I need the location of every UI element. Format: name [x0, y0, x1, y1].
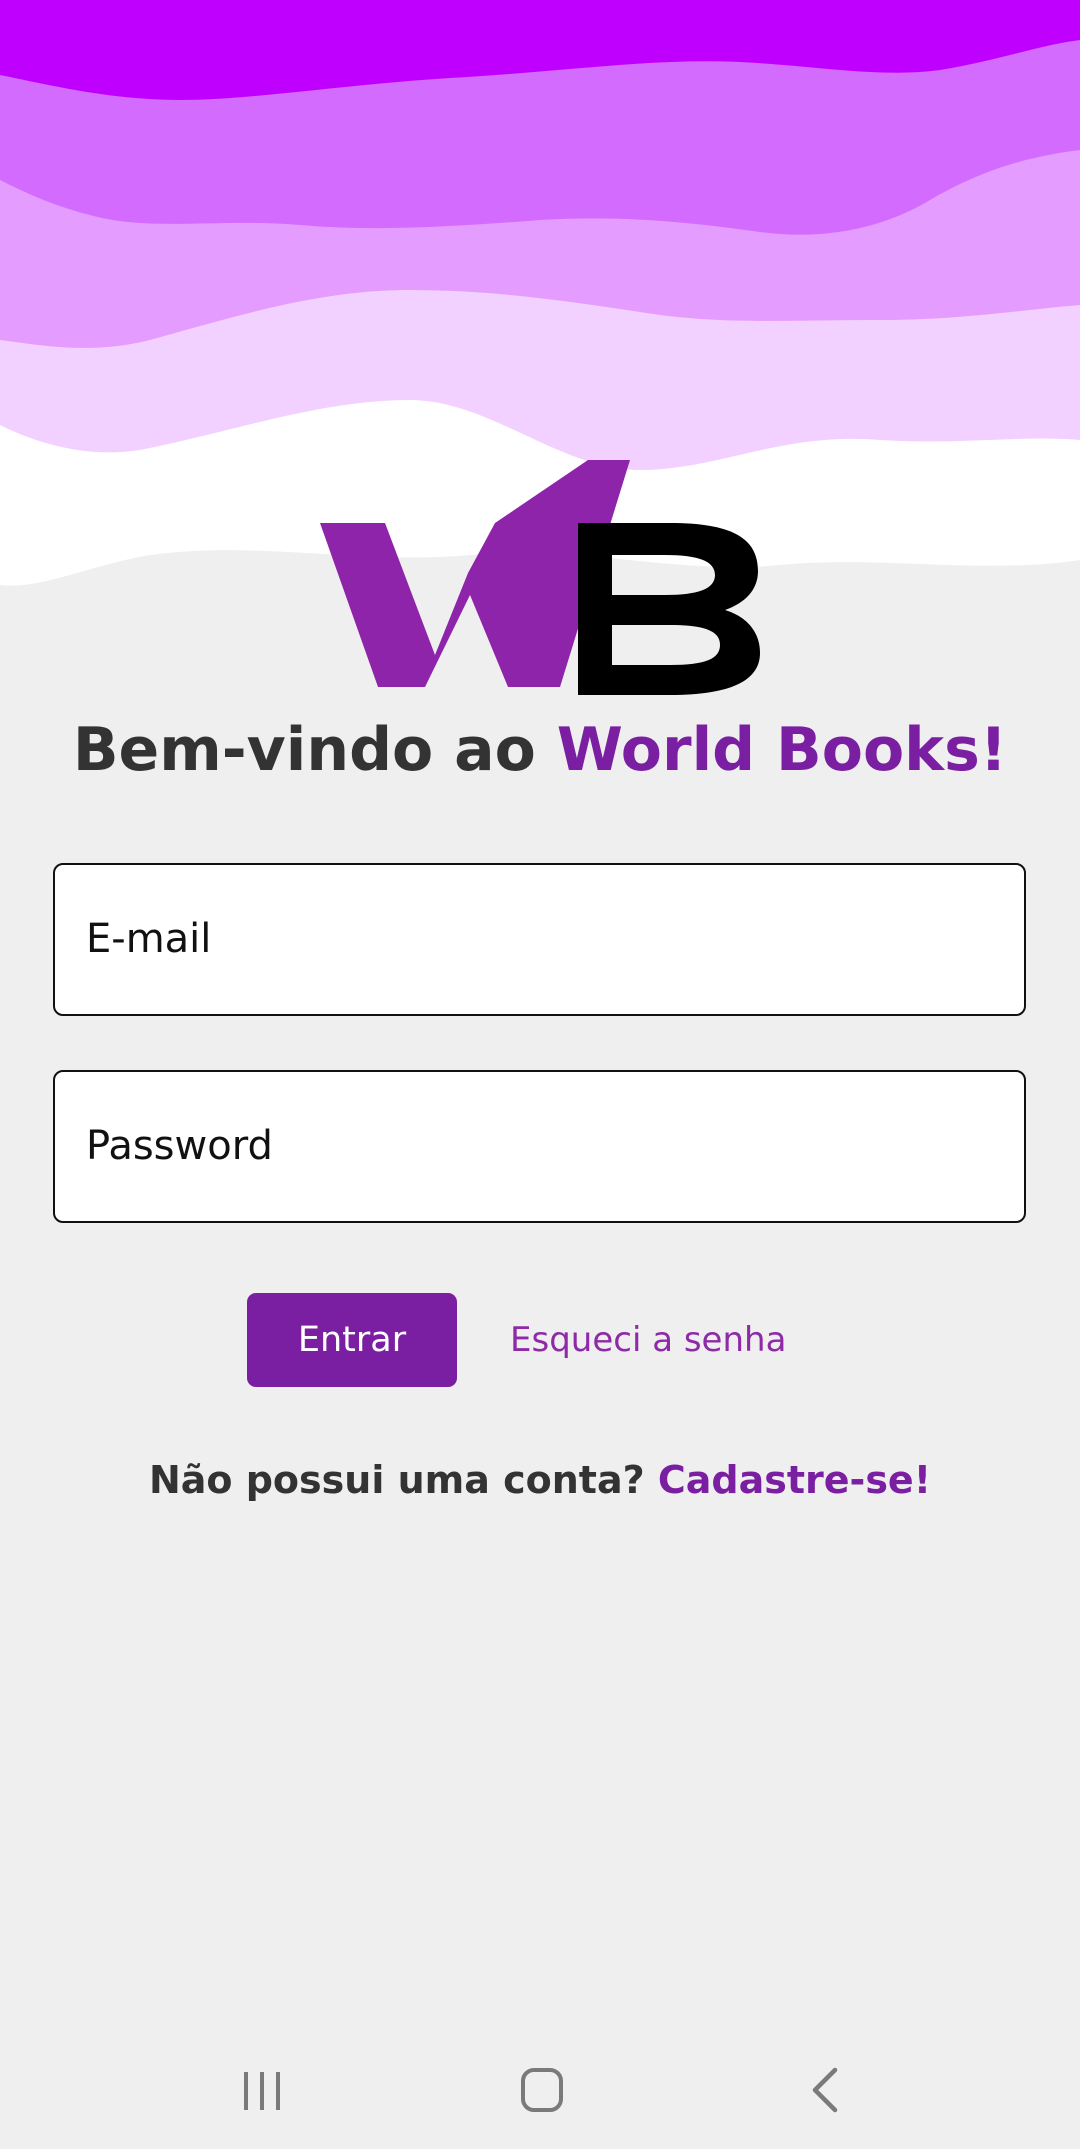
welcome-prefix: Bem-vindo ao [72, 715, 557, 785]
password-placeholder: Password [86, 1123, 273, 1169]
home-icon [521, 2068, 563, 2112]
world-books-logo [320, 460, 760, 695]
home-button[interactable] [503, 2050, 583, 2130]
email-placeholder: E-mail [86, 916, 212, 962]
email-field[interactable]: E-mail [53, 863, 1026, 1016]
system-navigation-bar [0, 2030, 1080, 2149]
back-button[interactable] [785, 2050, 865, 2130]
recents-icon [244, 2072, 280, 2110]
signup-question: Não possui uma conta? [148, 1458, 658, 1502]
signup-link[interactable]: Cadastre-se! [658, 1458, 931, 1502]
brand-name: World Books! [556, 715, 1008, 785]
recents-button[interactable] [222, 2050, 302, 2130]
signup-prompt: Não possui uma conta? Cadastre-se! [0, 1450, 1080, 1510]
forgot-password-link[interactable]: Esqueci a senha [510, 1293, 786, 1387]
welcome-title: Bem-vindo ao World Books! [0, 705, 1080, 795]
back-icon [812, 2067, 838, 2113]
enter-button[interactable]: Entrar [247, 1293, 457, 1387]
password-field[interactable]: Password [53, 1070, 1026, 1223]
